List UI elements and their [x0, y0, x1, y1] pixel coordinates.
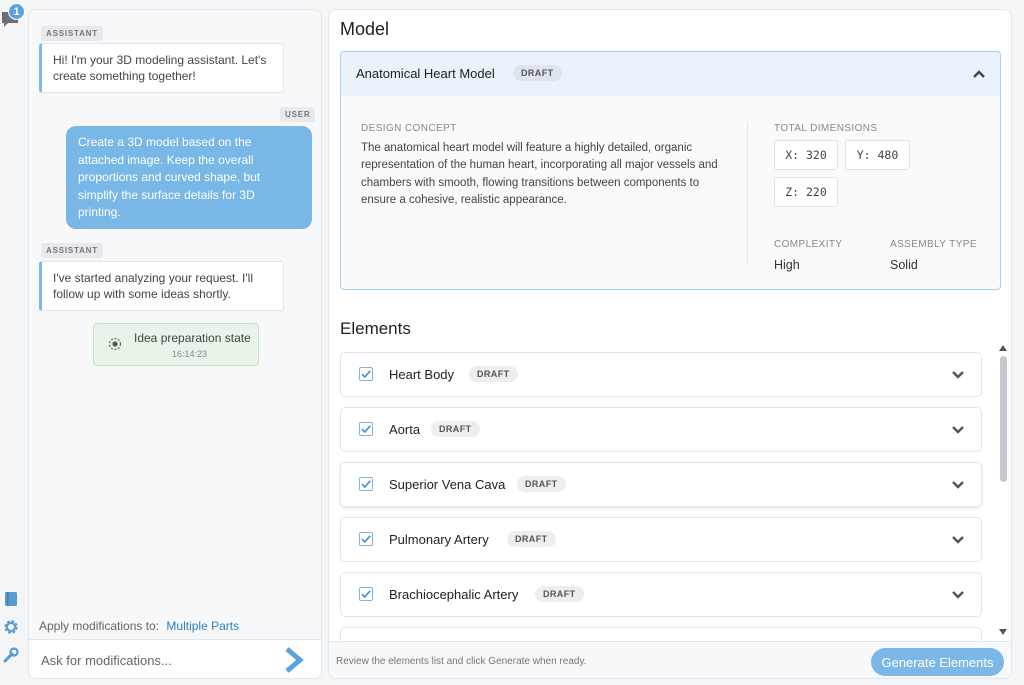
- element-name: Brachiocephalic Artery: [389, 587, 519, 602]
- wrench-icon[interactable]: [2, 646, 20, 664]
- apply-modifications: Apply modifications to: Multiple Parts: [39, 619, 239, 633]
- status-badge: DRAFT: [513, 65, 562, 81]
- chevron-down-icon[interactable]: [951, 534, 965, 546]
- checkbox-icon[interactable]: [359, 367, 373, 381]
- state-timestamp: 16:14:23: [172, 349, 208, 359]
- checkbox-icon[interactable]: [359, 422, 373, 436]
- role-tag-assistant: ASSISTANT: [41, 26, 103, 41]
- chat-input-bar: [29, 639, 321, 678]
- chevron-down-icon[interactable]: [951, 479, 965, 491]
- complexity-value: High: [774, 258, 800, 272]
- element-card[interactable]: Superior Vena Cava DRAFT: [340, 462, 982, 507]
- element-name: Heart Body: [389, 367, 455, 382]
- left-rail: 1: [0, 0, 25, 685]
- scroll-down-arrow[interactable]: [999, 628, 1007, 636]
- gear-icon[interactable]: [2, 618, 20, 636]
- total-dimensions-label: TOTAL DIMENSIONS: [774, 123, 878, 134]
- main-footer: Review the elements list and click Gener…: [329, 641, 1011, 678]
- role-tag-user: USER: [280, 107, 316, 122]
- status-badge: DRAFT: [507, 531, 556, 547]
- element-name: Pulmonary Artery: [389, 532, 489, 547]
- elements-heading: Elements: [340, 319, 411, 338]
- apply-target-link[interactable]: Multiple Parts: [166, 619, 239, 633]
- apply-label: Apply modifications to:: [39, 619, 160, 633]
- element-card[interactable]: Brachiocephalic Artery DRAFT: [340, 572, 982, 617]
- main-panel: Model Anatomical Heart Model DRAFT DESIG…: [328, 9, 1012, 679]
- complexity-label: COMPLEXITY: [774, 239, 843, 250]
- chat-panel: ASSISTANT Hi! I'm your 3D modeling assis…: [28, 9, 322, 679]
- chevron-down-icon[interactable]: [951, 369, 965, 381]
- element-card[interactable]: [340, 627, 982, 641]
- design-concept-text: The anatomical heart model will feature …: [361, 142, 718, 206]
- role-tag-assistant: ASSISTANT: [41, 243, 103, 258]
- chevron-down-icon[interactable]: [951, 589, 965, 601]
- dimension-y: Y: 480: [845, 140, 910, 170]
- status-badge: DRAFT: [469, 366, 518, 382]
- assembly-type-value: Solid: [890, 258, 918, 272]
- chevron-up-icon[interactable]: [972, 67, 986, 81]
- model-card: Anatomical Heart Model DRAFT DESIGN CONC…: [340, 51, 1001, 290]
- assistant-message: Hi! I'm your 3D modeling assistant. Let'…: [39, 43, 284, 93]
- scrollbar-thumb[interactable]: [1000, 356, 1007, 482]
- book-icon[interactable]: [2, 590, 20, 608]
- assistant-message: I've started analyzing your request. I'l…: [39, 261, 284, 311]
- notification-badge: 1: [8, 3, 25, 20]
- state-indicator: Idea preparation state 16:14:23: [93, 323, 259, 366]
- status-badge: DRAFT: [517, 476, 566, 492]
- status-badge: DRAFT: [431, 421, 480, 437]
- generate-elements-button[interactable]: Generate Elements: [871, 648, 1004, 676]
- section-divider: [747, 122, 748, 264]
- dimension-x: X: 320: [774, 140, 838, 170]
- checkbox-icon[interactable]: [359, 587, 373, 601]
- element-card[interactable]: Aorta DRAFT: [340, 407, 982, 452]
- scroll-up-arrow[interactable]: [999, 344, 1007, 352]
- model-card-header[interactable]: Anatomical Heart Model DRAFT: [341, 52, 1000, 96]
- send-button[interactable]: [283, 646, 305, 674]
- element-name: Aorta: [389, 422, 421, 437]
- model-heading: Model: [340, 19, 390, 39]
- assembly-type-label: ASSEMBLY TYPE: [890, 239, 977, 250]
- dimension-z: Z: 220: [774, 177, 838, 207]
- checkbox-icon[interactable]: [359, 532, 373, 546]
- status-badge: DRAFT: [535, 586, 584, 602]
- model-title: Anatomical Heart Model: [356, 66, 495, 81]
- user-message: Create a 3D model based on the attached …: [66, 126, 312, 229]
- element-name: Superior Vena Cava: [389, 477, 506, 492]
- chevron-down-icon[interactable]: [951, 424, 965, 436]
- checkbox-icon[interactable]: [359, 477, 373, 491]
- footer-hint: Review the elements list and click Gener…: [336, 656, 587, 667]
- radio-dot-icon: [108, 337, 122, 351]
- chat-input[interactable]: [41, 649, 276, 671]
- design-concept-label: DESIGN CONCEPT: [361, 123, 457, 134]
- element-card[interactable]: Heart Body DRAFT: [340, 352, 982, 397]
- element-card[interactable]: Pulmonary Artery DRAFT: [340, 517, 982, 562]
- state-title: Idea preparation state: [134, 331, 251, 345]
